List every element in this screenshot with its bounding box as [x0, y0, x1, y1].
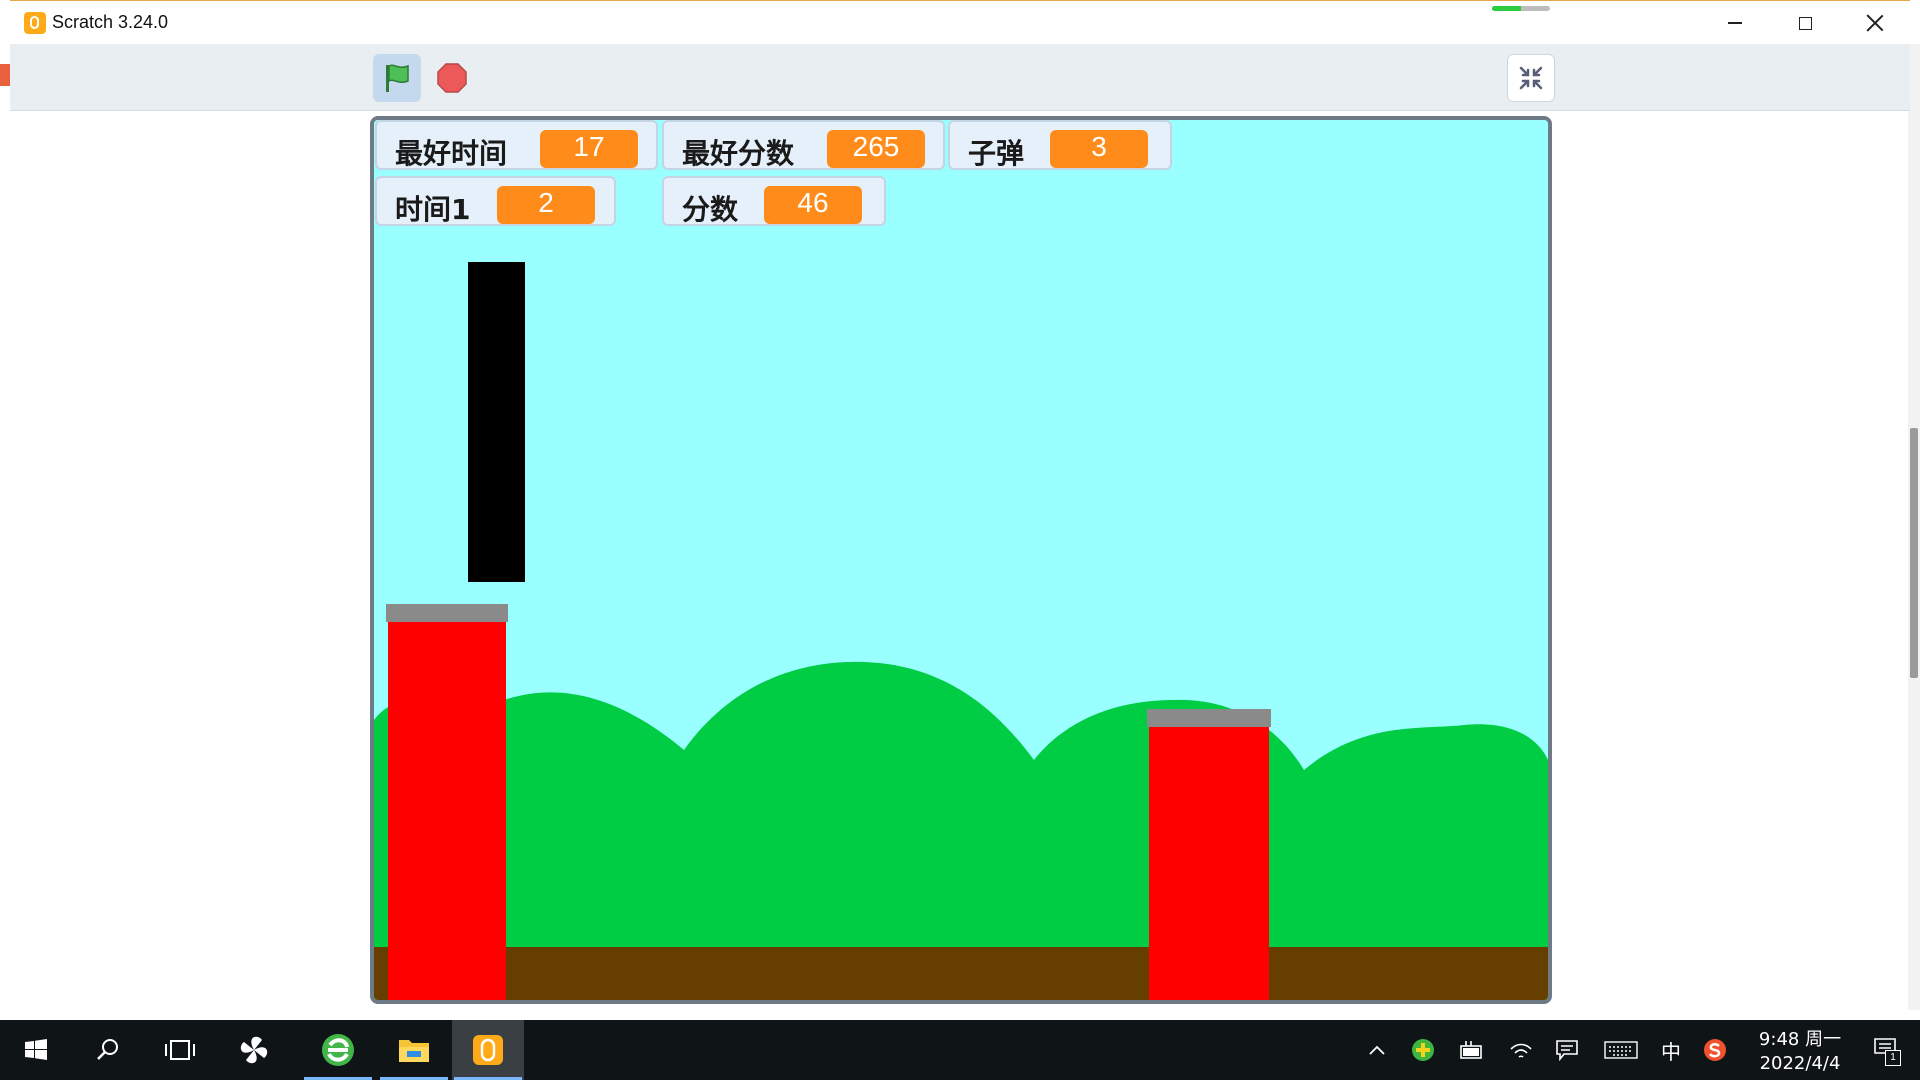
stop-button[interactable] [428, 54, 476, 102]
file-explorer-icon [399, 1040, 429, 1062]
tray-sogou-ime[interactable] [1700, 1034, 1730, 1066]
monitor-best-score[interactable]: 最好分数 265 [662, 120, 945, 170]
tray-touch-keyboard[interactable] [1602, 1034, 1640, 1066]
taskbar-clock[interactable]: 9:48 周一 2022/4/4 [1740, 1028, 1860, 1076]
tray-security-app[interactable] [1408, 1034, 1438, 1066]
clock-time: 9:48 周一 [1758, 1029, 1842, 1050]
monitor-value: 2 [497, 186, 595, 224]
pillar-right [1149, 727, 1269, 1000]
green-flag-icon [386, 64, 409, 92]
monitor-label: 最好分数 [682, 137, 795, 170]
scratch-icon [473, 1035, 503, 1065]
tray-ime-indicator[interactable]: 中 [1656, 1034, 1686, 1066]
browser-icon [322, 1034, 354, 1066]
notification-count-badge: 1 [1885, 1049, 1901, 1066]
loading-indicator-fill [1492, 6, 1521, 11]
monitor-label: 最好时间 [395, 137, 508, 170]
notification-icon-wrap: 1 [1873, 1037, 1901, 1066]
search-icon [97, 1039, 118, 1060]
player-stick-sprite[interactable] [468, 262, 525, 582]
tray-network[interactable] [1506, 1034, 1536, 1066]
task-view-button[interactable] [144, 1020, 216, 1080]
monitor-best-time[interactable]: 最好时间 17 [375, 120, 658, 170]
taskbar-pinwheel-app[interactable] [218, 1020, 290, 1080]
maximize-icon [1798, 16, 1812, 30]
clock-date: 2022/4/4 [1759, 1053, 1841, 1074]
exit-fullscreen-button[interactable] [1507, 54, 1555, 102]
scrollbar[interactable] [1910, 428, 1918, 678]
left-edge-tab [0, 64, 10, 86]
message-icon [1556, 1040, 1578, 1061]
taskbar-file-explorer[interactable] [378, 1020, 450, 1080]
pillar-left-cap [386, 604, 508, 622]
start-button[interactable] [0, 1020, 72, 1080]
security-shield-icon [1412, 1039, 1434, 1061]
keyboard-icon [1604, 1041, 1638, 1059]
ground [374, 947, 1548, 1000]
monitor-score[interactable]: 分数 46 [662, 176, 886, 226]
sogou-ime-icon [1704, 1039, 1726, 1061]
stage[interactable]: 最好时间 17 最好分数 265 子弹 3 时间1 2 分数 46 [370, 116, 1552, 1004]
scratch-app-icon [24, 12, 46, 34]
monitor-label: 子弹 [968, 137, 1025, 170]
green-flag-button[interactable] [373, 54, 421, 102]
pillar-left [388, 622, 506, 1000]
monitor-label: 分数 [682, 193, 739, 226]
monitor-bullets[interactable]: 子弹 3 [948, 120, 1172, 170]
minimize-button[interactable] [1700, 3, 1770, 43]
pinwheel-app-icon [240, 1036, 268, 1064]
taskbar: 中 9:48 周一 2022/4/4 1 [0, 1020, 1920, 1080]
minimize-icon [1728, 22, 1742, 24]
exit-fullscreen-icon [1519, 66, 1543, 90]
monitor-time1[interactable]: 时间1 2 [375, 176, 616, 226]
taskbar-browser[interactable] [302, 1020, 374, 1080]
taskbar-scratch[interactable] [452, 1020, 524, 1080]
task-view-icon [165, 1040, 195, 1060]
tray-messages[interactable] [1552, 1034, 1582, 1066]
show-hidden-icons-button[interactable] [1364, 1034, 1390, 1066]
close-button[interactable] [1840, 3, 1910, 43]
stop-sign-icon [437, 63, 467, 93]
stage-scene [374, 120, 1548, 1000]
pillar-right-cap [1147, 709, 1271, 727]
maximize-button[interactable] [1770, 3, 1840, 43]
battery-plug-icon [1460, 1041, 1482, 1059]
monitor-label: 时间1 [395, 193, 471, 226]
action-center-button[interactable]: 1 [1870, 1034, 1901, 1066]
wifi-icon [1510, 1043, 1532, 1058]
loading-indicator [1492, 6, 1550, 11]
window-titlebar: Scratch 3.24.0 [10, 0, 1910, 45]
close-icon [1866, 14, 1884, 32]
monitor-value: 265 [827, 130, 925, 168]
search-button[interactable] [72, 1020, 144, 1080]
tray-power[interactable] [1456, 1034, 1486, 1066]
chevron-up-icon [1369, 1045, 1385, 1055]
monitor-value: 3 [1050, 130, 1148, 168]
windows-start-icon [25, 1039, 47, 1060]
window-title: Scratch 3.24.0 [52, 12, 169, 32]
player-toolbar [10, 44, 1910, 111]
monitor-value: 46 [764, 186, 862, 224]
monitor-value: 17 [540, 130, 638, 168]
